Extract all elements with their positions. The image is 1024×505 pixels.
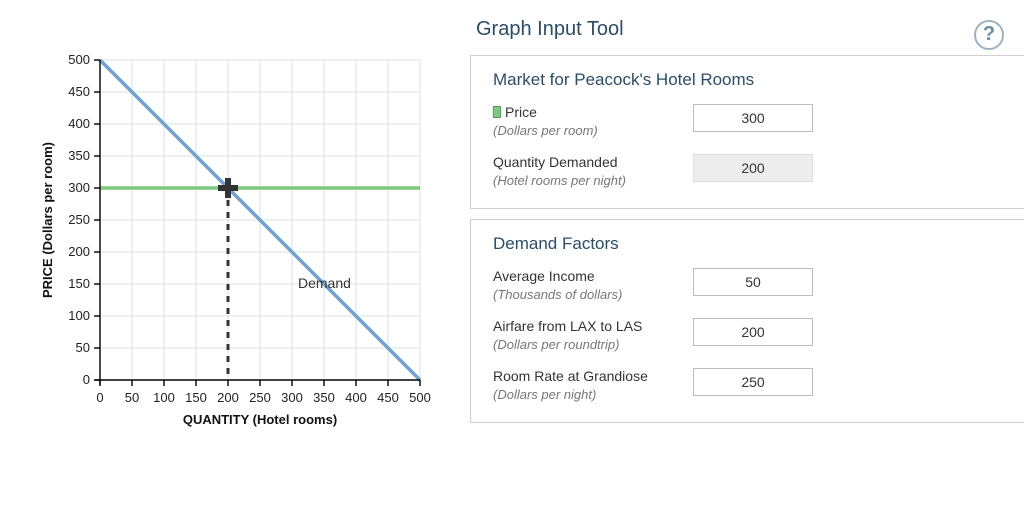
x-tick-marks <box>100 380 420 386</box>
airfare-label: Airfare from LAX to LAS <box>493 318 642 334</box>
price-label: Price <box>505 104 537 120</box>
svg-text:350: 350 <box>68 148 90 163</box>
svg-text:300: 300 <box>68 180 90 195</box>
factors-panel: Demand Factors Average Income (Thousands… <box>470 219 1024 423</box>
price-sublabel: (Dollars per room) <box>493 123 598 138</box>
demand-label: Demand <box>298 275 351 291</box>
svg-text:400: 400 <box>345 390 367 405</box>
qty-output <box>693 154 813 182</box>
svg-text:300: 300 <box>281 390 303 405</box>
help-icon[interactable]: ? <box>974 20 1004 50</box>
y-tick-marks <box>94 60 100 380</box>
svg-text:350: 350 <box>313 390 335 405</box>
svg-text:100: 100 <box>153 390 175 405</box>
rival-sublabel: (Dollars per night) <box>493 387 596 402</box>
svg-text:150: 150 <box>68 276 90 291</box>
svg-text:0: 0 <box>96 390 103 405</box>
y-ticks: 0 50 100 150 200 250 300 350 400 450 500 <box>68 52 90 387</box>
svg-text:200: 200 <box>68 244 90 259</box>
qty-sublabel: (Hotel rooms per night) <box>493 173 626 188</box>
qty-label: Quantity Demanded <box>493 154 618 170</box>
svg-text:500: 500 <box>68 52 90 67</box>
airfare-input[interactable] <box>693 318 813 346</box>
income-input[interactable] <box>693 268 813 296</box>
svg-text:450: 450 <box>68 84 90 99</box>
price-input[interactable] <box>693 104 813 132</box>
income-sublabel: (Thousands of dollars) <box>493 287 622 302</box>
rival-input[interactable] <box>693 368 813 396</box>
svg-text:50: 50 <box>76 340 90 355</box>
svg-text:250: 250 <box>249 390 271 405</box>
market-panel: Market for Peacock's Hotel Rooms Price (… <box>470 55 1024 209</box>
svg-text:400: 400 <box>68 116 90 131</box>
y-axis-label: PRICE (Dollars per room) <box>40 142 55 298</box>
tool-title: Graph Input Tool <box>476 18 624 41</box>
svg-text:50: 50 <box>125 390 139 405</box>
x-axis-label: QUANTITY (Hotel rooms) <box>183 412 337 427</box>
factors-panel-title: Demand Factors <box>493 234 1006 254</box>
svg-text:500: 500 <box>409 390 431 405</box>
x-ticks: 0 50 100 150 200 250 300 350 400 450 500 <box>96 390 430 405</box>
svg-text:150: 150 <box>185 390 207 405</box>
price-legend-swatch <box>493 106 501 118</box>
airfare-sublabel: (Dollars per roundtrip) <box>493 337 619 352</box>
market-panel-title: Market for Peacock's Hotel Rooms <box>493 70 1006 90</box>
svg-text:0: 0 <box>83 372 90 387</box>
svg-text:200: 200 <box>217 390 239 405</box>
svg-text:100: 100 <box>68 308 90 323</box>
svg-text:250: 250 <box>68 212 90 227</box>
svg-text:450: 450 <box>377 390 399 405</box>
demand-chart[interactable]: Demand <box>30 30 440 460</box>
income-label: Average Income <box>493 268 595 284</box>
rival-label: Room Rate at Grandiose <box>493 368 648 384</box>
